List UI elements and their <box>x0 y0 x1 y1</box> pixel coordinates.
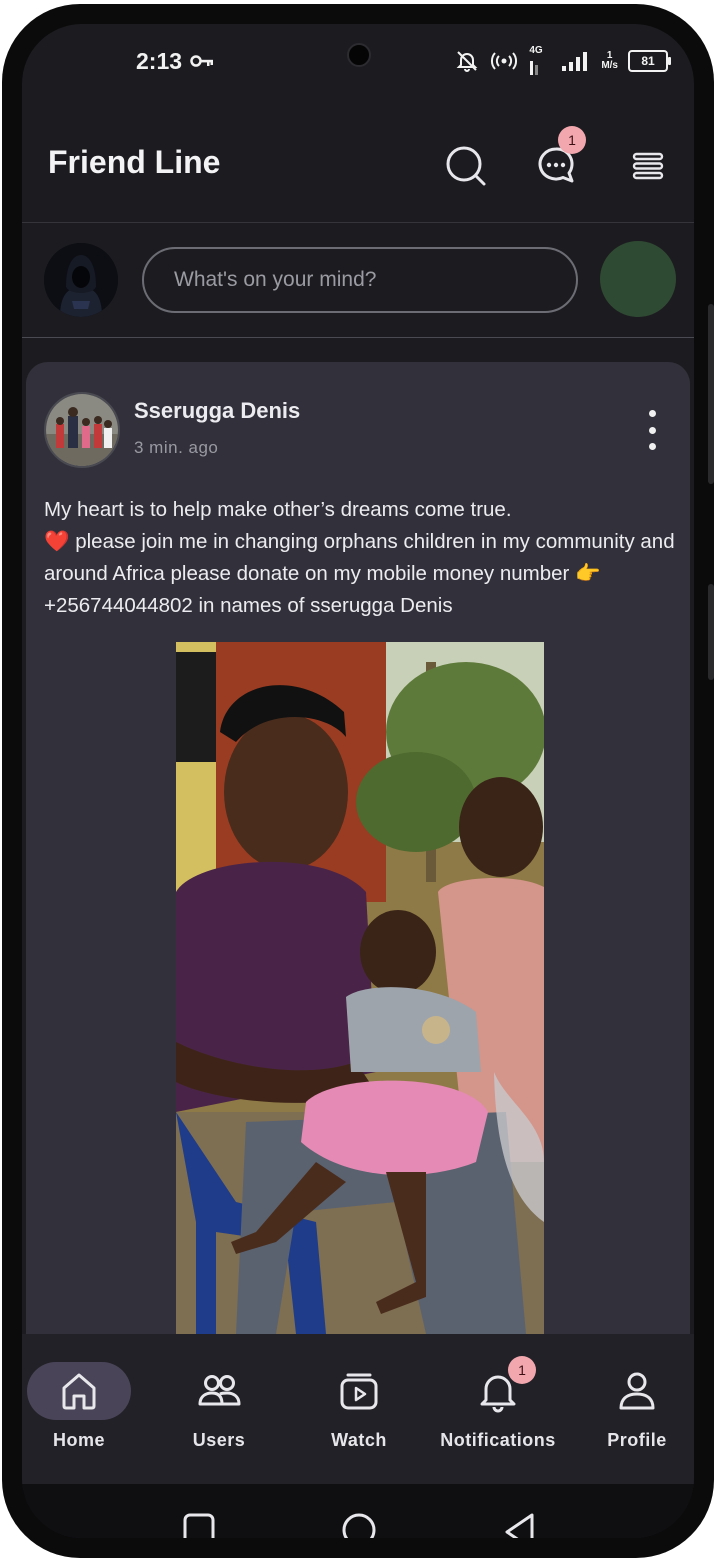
nav-home[interactable]: Home <box>22 1358 144 1458</box>
phone-frame: 2:13 4G 1 M/s 81 Friend Line 1 What's on… <box>2 4 714 1558</box>
recent-apps-icon[interactable] <box>182 1512 216 1538</box>
app-title: Friend Line <box>48 144 221 180</box>
menu-icon <box>632 152 664 180</box>
network-4g: 4G <box>529 45 551 75</box>
nav-profile-label: Profile <box>607 1430 667 1450</box>
my-avatar[interactable] <box>44 243 118 317</box>
status-icons: 4G 1 M/s 81 <box>455 45 671 76</box>
messages-badge: 1 <box>558 126 586 154</box>
system-navigation-bar <box>22 1484 694 1538</box>
network-type: 4G <box>529 45 543 56</box>
post-time: 3 min. ago <box>134 438 219 457</box>
signal-icon <box>562 52 588 71</box>
back-icon[interactable] <box>502 1512 536 1538</box>
search-button[interactable] <box>438 138 494 194</box>
hotspot-icon <box>491 52 518 70</box>
post-more-options-button[interactable] <box>640 410 664 450</box>
nav-watch[interactable]: Watch <box>294 1358 424 1458</box>
nav-notifications-label: Notifications <box>440 1430 556 1450</box>
mute-bell-icon <box>456 51 478 72</box>
hooded-figure-avatar-image <box>44 243 118 317</box>
data-arrows-icon <box>530 61 539 75</box>
nav-watch-label: Watch <box>331 1430 387 1450</box>
front-camera <box>347 43 371 67</box>
watch-icon <box>340 1373 378 1410</box>
post-composer: What's on your mind? <box>22 223 694 338</box>
nav-users[interactable]: Users <box>154 1358 284 1458</box>
bottom-navigation: Home Users Watch 1 Notifications Profile <box>22 1334 694 1484</box>
battery-indicator: 81 <box>628 50 671 72</box>
whats-on-your-mind-input[interactable]: What's on your mind? <box>142 247 578 313</box>
home-button-icon[interactable] <box>341 1512 377 1538</box>
volume-button <box>708 304 714 484</box>
dot <box>648 443 656 450</box>
post-card: Sserugga Denis 3 min. ago My heart is to… <box>26 362 690 1362</box>
power-button <box>708 584 714 680</box>
feed: Sserugga Denis 3 min. ago My heart is to… <box>22 338 694 1362</box>
post-photo[interactable] <box>176 642 544 1334</box>
screen: 2:13 4G 1 M/s 81 Friend Line 1 What's on… <box>22 24 694 1538</box>
net-speed-unit: M/s <box>601 60 618 71</box>
home-icon <box>62 1373 96 1410</box>
nav-home-label: Home <box>52 1430 105 1450</box>
menu-button[interactable] <box>620 138 676 194</box>
author-avatar[interactable] <box>44 392 120 468</box>
man-with-children-photo <box>176 642 544 1334</box>
notifications-badge: 1 <box>508 1356 536 1384</box>
nav-profile[interactable]: Profile <box>572 1358 694 1458</box>
messages-button[interactable]: 1 <box>528 126 586 194</box>
net-speed: 1 M/s <box>601 51 618 71</box>
group-photo-avatar-image <box>46 394 118 466</box>
status-bar: 2:13 4G 1 M/s 81 <box>22 24 694 104</box>
post-text-line-1: My heart is to help make other’s dreams … <box>44 498 512 521</box>
nav-users-label: Users <box>192 1430 246 1450</box>
key-icon <box>190 55 213 67</box>
users-icon <box>198 1375 241 1406</box>
dot <box>648 426 656 434</box>
author-name[interactable]: Sserugga Denis <box>134 398 300 424</box>
post-text-line-2: ❤️ please join me in changing orphans ch… <box>44 530 675 617</box>
app-header: Friend Line 1 <box>22 114 694 223</box>
search-icon <box>446 146 486 186</box>
dot <box>648 410 656 417</box>
profile-icon <box>619 1372 655 1410</box>
post-text: My heart is to help make other’s dreams … <box>44 494 680 622</box>
status-time: 2:13 <box>136 48 183 74</box>
nav-notifications[interactable]: 1 Notifications <box>432 1356 564 1458</box>
composer-action-button[interactable] <box>600 241 676 317</box>
